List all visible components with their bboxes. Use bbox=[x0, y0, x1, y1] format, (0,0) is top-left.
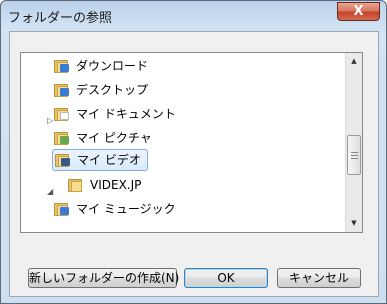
tree-item-label: マイ ミュージック bbox=[76, 202, 176, 216]
tree-item-my-pictures[interactable]: マイ ピクチャ bbox=[54, 127, 354, 149]
folder-icon bbox=[68, 178, 84, 192]
dialog-title: フォルダーの参照 bbox=[8, 11, 113, 26]
close-button[interactable]: X bbox=[337, 2, 380, 21]
desktop-folder-icon bbox=[54, 83, 70, 97]
videos-folder-icon bbox=[55, 153, 71, 167]
music-folder-icon bbox=[54, 202, 70, 216]
tree-item-label: マイ ドキュメント bbox=[76, 107, 176, 121]
tree-item-my-videos[interactable]: マイ ビデオ bbox=[52, 149, 148, 171]
browse-folder-dialog: フォルダーの参照 X ダウンロード ▷ デスクトップ マイ ドキュメント マイ … bbox=[0, 0, 387, 304]
vertical-scrollbar[interactable]: ▲ ▼ bbox=[345, 53, 362, 232]
tree-item-downloads[interactable]: ダウンロード bbox=[54, 55, 354, 77]
title-bar[interactable]: フォルダーの参照 X bbox=[1, 1, 386, 31]
scroll-down-icon[interactable]: ▼ bbox=[346, 215, 362, 232]
tree-item-label: デスクトップ bbox=[76, 83, 149, 97]
tree-item-my-music[interactable]: マイ ミュージック bbox=[54, 198, 354, 220]
tree-item-desktop[interactable]: デスクトップ bbox=[54, 79, 354, 101]
new-folder-button[interactable]: 新しいフォルダーの作成(N) bbox=[28, 268, 179, 288]
documents-folder-icon bbox=[54, 107, 70, 121]
tree-item-label: VIDEX.JP bbox=[90, 178, 142, 192]
cancel-button[interactable]: キャンセル bbox=[277, 268, 361, 288]
pictures-folder-icon bbox=[54, 131, 70, 145]
ok-button[interactable]: OK bbox=[184, 268, 268, 288]
collapse-arrow-icon[interactable]: ◢ bbox=[47, 188, 55, 196]
scrollbar-thumb[interactable] bbox=[347, 135, 361, 175]
tree-item-label: マイ ビデオ bbox=[77, 153, 141, 167]
tree-item-label: ダウンロード bbox=[76, 59, 149, 73]
downloads-folder-icon bbox=[54, 59, 70, 73]
tree-item-videx-jp[interactable]: VIDEX.JP bbox=[68, 174, 348, 196]
scroll-up-icon[interactable]: ▲ bbox=[346, 53, 362, 70]
folder-tree[interactable]: ダウンロード ▷ デスクトップ マイ ドキュメント マイ ピクチャ ◢ マイ ビ… bbox=[20, 52, 363, 233]
tree-item-my-documents[interactable]: マイ ドキュメント bbox=[54, 103, 354, 125]
tree-item-label: マイ ピクチャ bbox=[76, 131, 152, 145]
